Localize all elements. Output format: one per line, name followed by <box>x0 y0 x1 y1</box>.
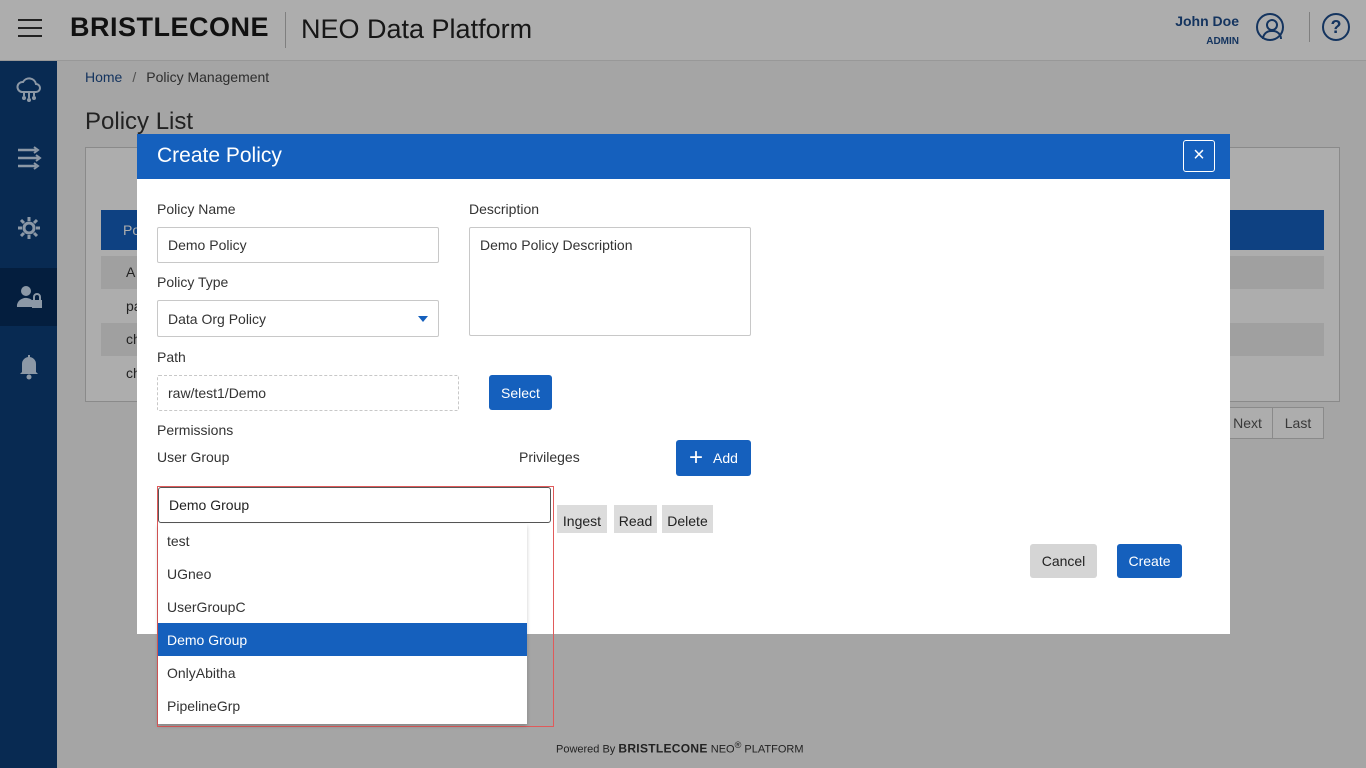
user-group-option-selected[interactable]: Demo Group <box>158 623 527 656</box>
privilege-read[interactable]: Read <box>614 505 657 536</box>
permissions-label: Permissions <box>157 422 234 438</box>
description-textarea[interactable]: Demo Policy Description <box>469 227 751 336</box>
add-permission-button[interactable]: + Add <box>676 440 751 476</box>
policy-name-label: Policy Name <box>157 201 236 217</box>
cancel-button[interactable]: Cancel <box>1030 544 1097 578</box>
user-group-option[interactable]: test <box>158 524 527 557</box>
policy-name-input[interactable]: Demo Policy <box>157 227 439 263</box>
close-button[interactable]: × <box>1183 140 1215 172</box>
modal-action-bar <box>557 533 1203 589</box>
user-group-option[interactable]: UserGroupC <box>158 590 527 623</box>
create-button[interactable]: Create <box>1117 544 1182 578</box>
add-button-label: Add <box>713 450 738 466</box>
user-group-options: test UGneo UserGroupC Demo Group OnlyAbi… <box>158 524 527 724</box>
modal-header: Create Policy × <box>137 134 1230 179</box>
privileges-label: Privileges <box>519 449 580 465</box>
user-group-input[interactable]: Demo Group <box>158 487 551 523</box>
path-input[interactable]: raw/test1/Demo <box>157 375 459 411</box>
description-label: Description <box>469 201 540 217</box>
user-group-option[interactable]: OnlyAbitha <box>158 656 527 689</box>
chevron-down-icon <box>418 316 428 322</box>
policy-type-label: Policy Type <box>157 274 229 290</box>
user-group-label: User Group <box>157 449 230 465</box>
select-path-button[interactable]: Select <box>489 375 552 410</box>
privilege-delete[interactable]: Delete <box>662 505 713 536</box>
user-group-option[interactable]: PipelineGrp <box>158 689 527 722</box>
user-group-option[interactable]: UGneo <box>158 557 527 590</box>
policy-type-select[interactable]: Data Org Policy <box>157 300 439 337</box>
modal-title: Create Policy <box>157 144 282 167</box>
path-label: Path <box>157 349 186 365</box>
privilege-ingest[interactable]: Ingest <box>557 505 607 536</box>
policy-type-value: Data Org Policy <box>168 310 267 327</box>
plus-icon: + <box>689 444 704 471</box>
